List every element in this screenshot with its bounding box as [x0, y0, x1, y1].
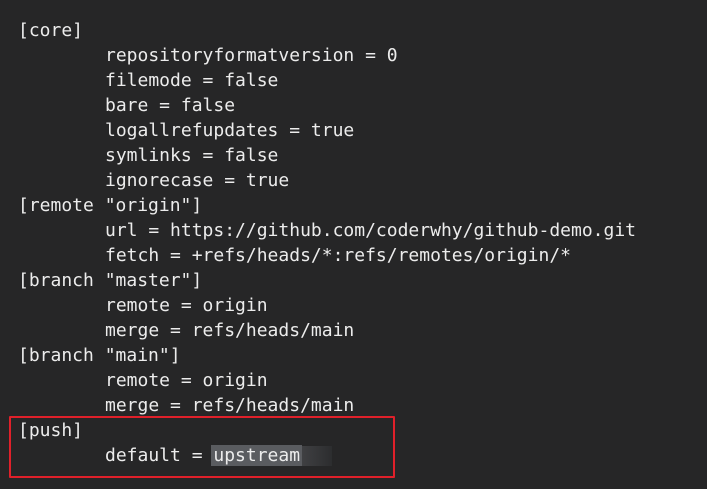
- config-entry: remote = origin: [105, 370, 268, 391]
- config-section-core: [core]: [18, 20, 84, 41]
- terminal-window[interactable]: [core] repositoryformatversion = 0 filem…: [0, 0, 707, 489]
- config-entry: bare = false: [105, 95, 236, 116]
- config-entry: merge = refs/heads/main: [105, 395, 355, 416]
- config-section-remote-origin: [remote "origin"]: [18, 195, 203, 216]
- config-entry: filemode = false: [105, 70, 279, 91]
- config-entry: logallrefupdates = true: [105, 120, 355, 141]
- config-entry: merge = refs/heads/main: [105, 320, 355, 341]
- config-entry: repositoryformatversion = 0: [105, 45, 398, 66]
- config-section-branch-main: [branch "main"]: [18, 345, 181, 366]
- config-entry: ignorecase = true: [105, 170, 290, 191]
- config-section-branch-master: [branch "master"]: [18, 270, 203, 291]
- config-entry: fetch = +refs/heads/*:refs/remotes/origi…: [105, 245, 571, 266]
- config-entry: symlinks = false: [105, 145, 279, 166]
- push-section-highlight: [9, 416, 395, 478]
- config-entry: remote = origin: [105, 295, 268, 316]
- config-entry: url = https://github.com/coderwhy/github…: [105, 220, 637, 241]
